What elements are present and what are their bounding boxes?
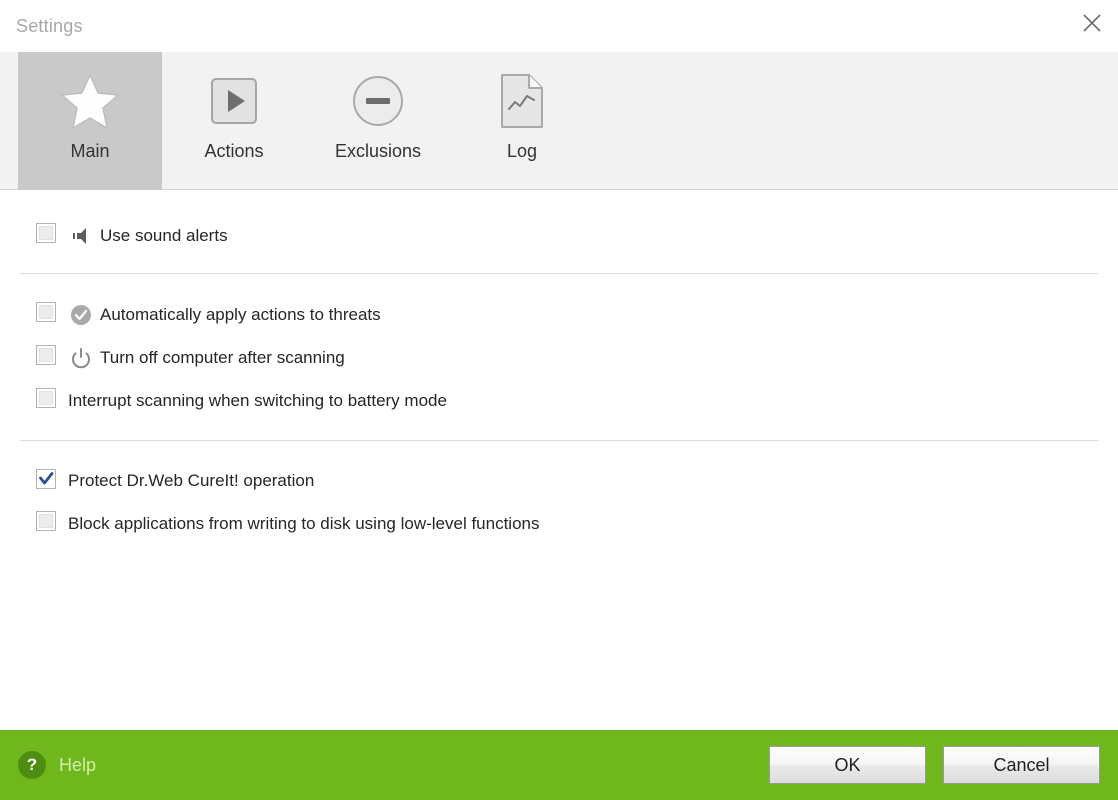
minus-circle-icon [351, 68, 405, 134]
help-link[interactable]: ? Help [18, 751, 96, 779]
checkbox-auto-apply-actions[interactable] [36, 302, 56, 327]
settings-group-scanning: Automatically apply actions to threats T… [0, 293, 1118, 422]
settings-group-protection: Protect Dr.Web CureIt! operation Block a… [0, 459, 1118, 545]
row-label: Interrupt scanning when switching to bat… [68, 391, 447, 410]
settings-content: Use sound alerts Automatically apply act… [0, 190, 1118, 730]
help-label: Help [59, 755, 97, 775]
ok-button[interactable]: OK [769, 746, 926, 784]
row-label: Protect Dr.Web CureIt! operation [68, 471, 315, 490]
gap-2 [0, 274, 1118, 293]
document-chart-icon [498, 68, 546, 134]
checkbox-use-sound-alerts[interactable] [36, 223, 56, 248]
row-protect-cureit[interactable]: Protect Dr.Web CureIt! operation [0, 459, 1118, 502]
title-bar: Settings [0, 0, 1118, 52]
settings-group-sound: Use sound alerts [0, 214, 1118, 257]
question-mark-icon: ? [18, 751, 46, 779]
gap-4 [0, 441, 1118, 459]
row-label: Use sound alerts [100, 226, 228, 245]
gap-3 [0, 422, 1118, 440]
speaker-icon [68, 225, 94, 247]
tab-strip: Main Actions Exclusions Log [0, 52, 1118, 190]
play-square-icon [209, 68, 259, 134]
checkbox-turn-off-computer[interactable] [36, 345, 56, 370]
tab-exclusions-label: Exclusions [334, 141, 422, 161]
row-interrupt-battery-mode[interactable]: Interrupt scanning when switching to bat… [0, 379, 1118, 422]
tab-main[interactable]: Main [18, 52, 162, 190]
tab-log-label: Log [506, 141, 538, 161]
content-top-gap [0, 190, 1118, 214]
close-icon[interactable] [1066, 0, 1118, 46]
window-title: Settings [16, 16, 83, 36]
checkbox-block-low-level-writes[interactable] [36, 511, 56, 536]
row-auto-apply-actions[interactable]: Automatically apply actions to threats [0, 293, 1118, 336]
settings-window: Settings Main Actions Exclusions Log Use… [0, 0, 1118, 800]
row-turn-off-computer[interactable]: Turn off computer after scanning [0, 336, 1118, 379]
row-label: Turn off computer after scanning [100, 348, 345, 367]
tab-log[interactable]: Log [450, 52, 594, 190]
tab-exclusions[interactable]: Exclusions [306, 52, 450, 190]
cancel-button[interactable]: Cancel [943, 746, 1100, 784]
check-circle-icon [68, 304, 94, 326]
row-label: Automatically apply actions to threats [100, 305, 381, 324]
checkbox-interrupt-battery-mode[interactable] [36, 388, 56, 413]
row-label: Block applications from writing to disk … [68, 514, 540, 533]
tab-main-label: Main [70, 141, 110, 161]
tab-actions[interactable]: Actions [162, 52, 306, 190]
gap-1 [0, 257, 1118, 273]
row-block-low-level-writes[interactable]: Block applications from writing to disk … [0, 502, 1118, 545]
tab-actions-label: Actions [204, 141, 264, 161]
footer-bar: ? Help OK Cancel [0, 730, 1118, 800]
star-icon [60, 68, 120, 134]
row-use-sound-alerts[interactable]: Use sound alerts [0, 214, 1118, 257]
power-icon [68, 347, 94, 369]
checkbox-protect-cureit[interactable] [36, 469, 56, 492]
